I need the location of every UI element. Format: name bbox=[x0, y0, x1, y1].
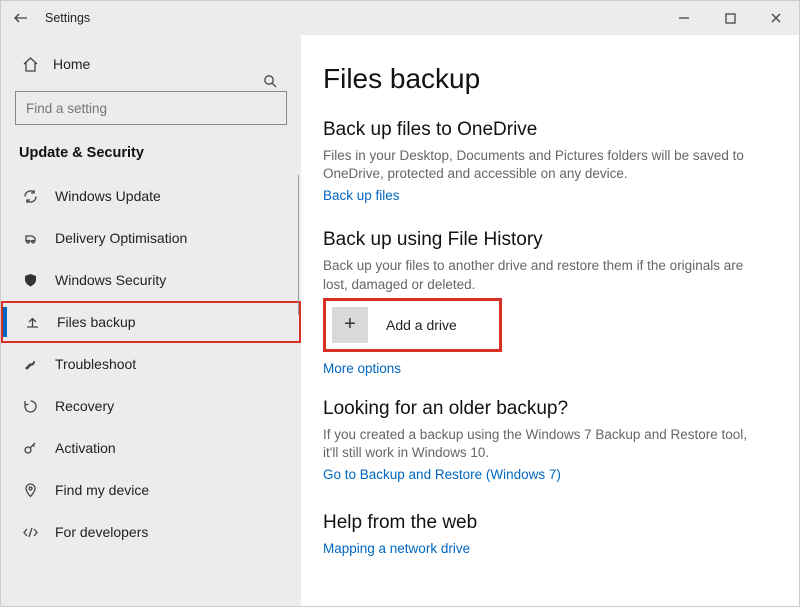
back-button[interactable] bbox=[1, 1, 41, 35]
sidebar-item-label: Files backup bbox=[57, 314, 136, 330]
sidebar-item-label: Windows Security bbox=[55, 272, 166, 288]
sidebar-nav: Windows Update Delivery Optimisation Win… bbox=[1, 175, 301, 606]
sidebar-item-label: Find my device bbox=[55, 482, 149, 498]
older-backup-link[interactable]: Go to Backup and Restore (Windows 7) bbox=[323, 467, 561, 482]
search-icon bbox=[263, 74, 277, 91]
location-icon bbox=[21, 481, 39, 499]
add-drive-label: Add a drive bbox=[386, 317, 457, 333]
sidebar-item-label: Activation bbox=[55, 440, 116, 456]
arrow-left-icon bbox=[13, 10, 29, 26]
shield-icon bbox=[21, 271, 39, 289]
wrench-icon bbox=[21, 355, 39, 373]
add-drive-button[interactable]: + Add a drive bbox=[323, 298, 502, 352]
more-options-link[interactable]: More options bbox=[323, 361, 401, 376]
recovery-icon bbox=[21, 397, 39, 415]
sidebar-item-troubleshoot[interactable]: Troubleshoot bbox=[1, 343, 301, 385]
onedrive-desc: Files in your Desktop, Documents and Pic… bbox=[323, 147, 753, 183]
window-controls bbox=[661, 1, 799, 35]
sidebar: Home Update & Security Windows Update De… bbox=[1, 35, 301, 606]
window-body: Home Update & Security Windows Update De… bbox=[1, 35, 799, 606]
backup-icon bbox=[23, 313, 41, 331]
settings-window: Settings Home Update & Security Windows … bbox=[0, 0, 800, 607]
sidebar-item-label: Delivery Optimisation bbox=[55, 230, 187, 246]
sidebar-item-for-developers[interactable]: For developers bbox=[1, 511, 301, 553]
search-wrap bbox=[15, 91, 287, 125]
titlebar: Settings bbox=[1, 1, 799, 35]
search-input[interactable] bbox=[15, 91, 287, 125]
key-icon bbox=[21, 439, 39, 457]
filehistory-heading: Back up using File History bbox=[323, 229, 769, 251]
filehistory-desc: Back up your files to another drive and … bbox=[323, 257, 753, 293]
sync-icon bbox=[21, 187, 39, 205]
sidebar-item-label: Recovery bbox=[55, 398, 114, 414]
maximize-icon bbox=[725, 13, 736, 24]
onedrive-backup-link[interactable]: Back up files bbox=[323, 188, 400, 203]
sidebar-home-label: Home bbox=[53, 56, 90, 72]
older-backup-desc: If you created a backup using the Window… bbox=[323, 426, 753, 462]
sidebar-item-activation[interactable]: Activation bbox=[1, 427, 301, 469]
help-heading: Help from the web bbox=[323, 512, 769, 534]
close-icon bbox=[770, 12, 782, 24]
sidebar-section-title: Update & Security bbox=[1, 139, 301, 175]
delivery-icon bbox=[21, 229, 39, 247]
help-link[interactable]: Mapping a network drive bbox=[323, 541, 470, 556]
sidebar-item-label: Windows Update bbox=[55, 188, 161, 204]
older-backup-heading: Looking for an older backup? bbox=[323, 398, 769, 420]
sidebar-item-find-my-device[interactable]: Find my device bbox=[1, 469, 301, 511]
sidebar-item-windows-security[interactable]: Windows Security bbox=[1, 259, 301, 301]
home-icon bbox=[21, 55, 39, 73]
minimize-button[interactable] bbox=[661, 1, 707, 35]
minimize-icon bbox=[678, 12, 690, 24]
maximize-button[interactable] bbox=[707, 1, 753, 35]
sidebar-home[interactable]: Home bbox=[1, 45, 301, 83]
window-title: Settings bbox=[45, 11, 90, 25]
onedrive-heading: Back up files to OneDrive bbox=[323, 119, 769, 141]
content-area: Files backup Back up files to OneDrive F… bbox=[301, 35, 799, 606]
sidebar-item-windows-update[interactable]: Windows Update bbox=[1, 175, 301, 217]
sidebar-item-files-backup[interactable]: Files backup bbox=[1, 301, 301, 343]
page-title: Files backup bbox=[323, 63, 769, 95]
sidebar-item-label: Troubleshoot bbox=[55, 356, 136, 372]
sidebar-item-recovery[interactable]: Recovery bbox=[1, 385, 301, 427]
plus-icon: + bbox=[332, 307, 368, 343]
sidebar-item-delivery-optimisation[interactable]: Delivery Optimisation bbox=[1, 217, 301, 259]
close-button[interactable] bbox=[753, 1, 799, 35]
sidebar-item-label: For developers bbox=[55, 524, 148, 540]
code-icon bbox=[21, 523, 39, 541]
